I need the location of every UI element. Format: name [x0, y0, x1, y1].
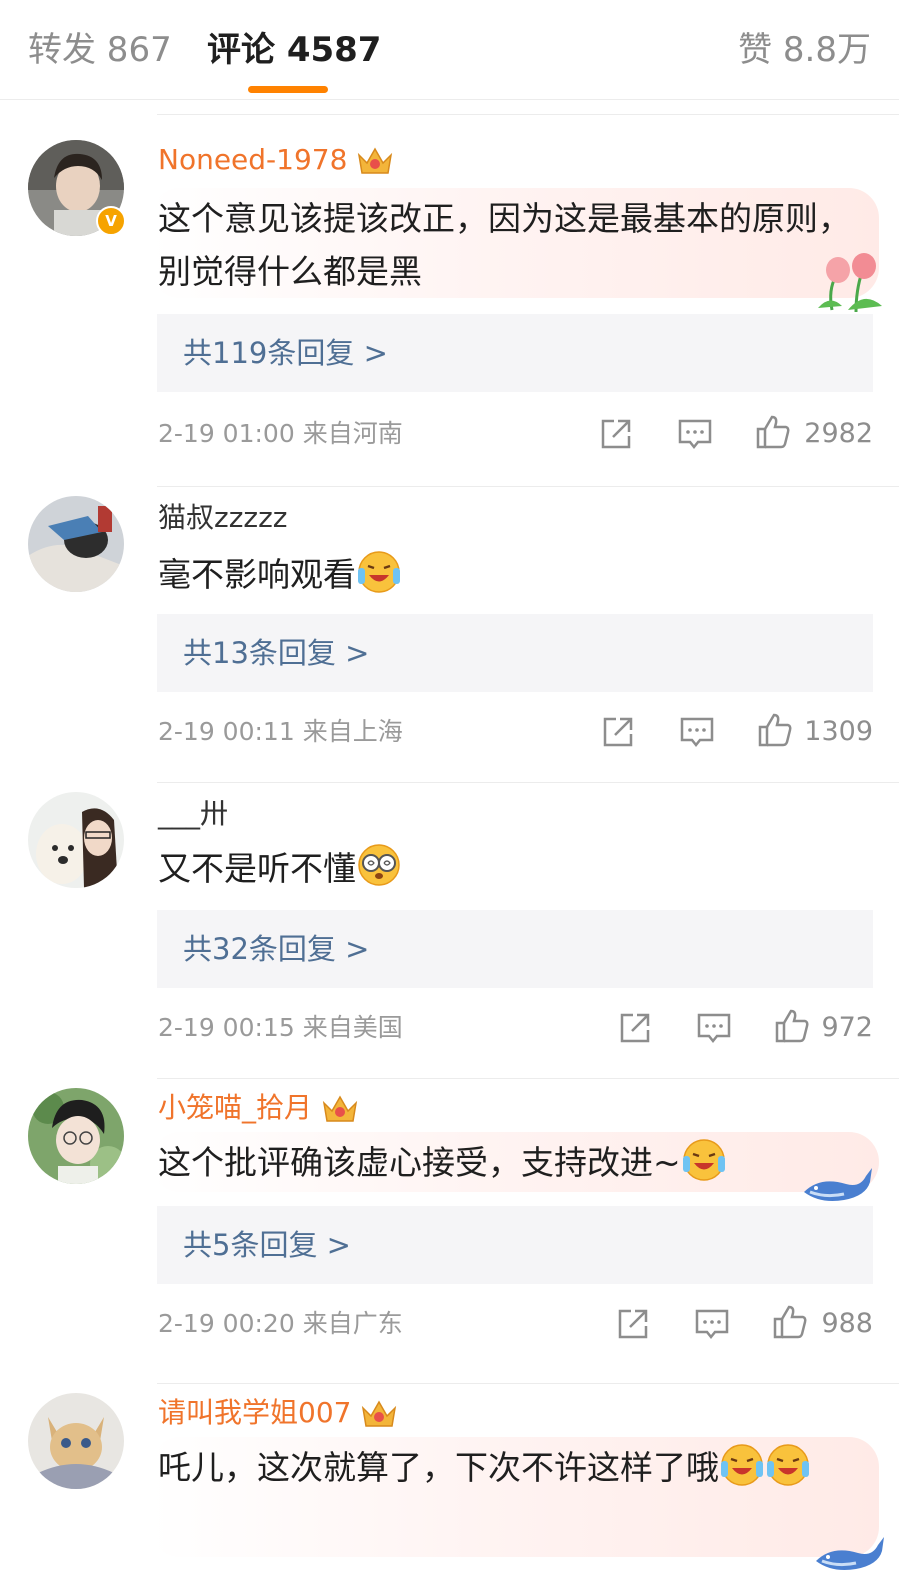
- comment-icon[interactable]: [679, 714, 715, 750]
- avatar[interactable]: [28, 1088, 124, 1184]
- comment-icon[interactable]: [696, 1010, 732, 1046]
- comment-text: 又不是听不懂: [158, 842, 868, 895]
- like-count: 2982: [804, 418, 873, 449]
- view-replies-button[interactable]: 共5条回复 >: [157, 1206, 873, 1284]
- whale-decoration-icon: [804, 1168, 872, 1201]
- thumbs-up-icon[interactable]: [774, 1008, 810, 1044]
- comment-username[interactable]: 请叫我学姐007: [158, 1395, 399, 1431]
- username-text: ___卅: [158, 797, 229, 830]
- comment-icon[interactable]: [677, 416, 713, 452]
- username-text: 小笼喵_拾月: [158, 1091, 313, 1124]
- like-count: 1309: [804, 716, 873, 747]
- thumbs-up-icon[interactable]: [757, 712, 793, 748]
- comment-location: 来自美国: [302, 1013, 403, 1042]
- comment-item: 猫叔zzzzz 毫不影响观看 共13条回复 > 2-19 00:11 来自上海 …: [0, 472, 899, 768]
- like-count: 972: [821, 1012, 873, 1043]
- comment-text-body: 毫不影响观看: [158, 555, 356, 594]
- comment-list: V Noneed-1978 这个意见该提该改正，因为这是最基本的原则，别觉得什么…: [0, 100, 899, 1585]
- tab-bar: 转发 867 评论 4587 赞 8.8万: [0, 0, 899, 100]
- comment-meta: 2-19 01:00 来自河南: [158, 418, 403, 450]
- avatar[interactable]: [28, 496, 124, 592]
- comment-meta: 2-19 00:11 来自上海: [158, 716, 403, 748]
- whale-decoration-icon: [816, 1537, 884, 1570]
- comment-text: 吒儿，这次就算了，下次不许这样了哦: [158, 1441, 868, 1494]
- laugh-cry-emoji-icon: [682, 1139, 725, 1181]
- crown-badge-icon: [322, 1095, 358, 1122]
- share-icon[interactable]: [600, 714, 636, 750]
- comment-location: 来自广东: [302, 1309, 403, 1338]
- laugh-cry-emoji-icon: [721, 1444, 763, 1486]
- username-text: 猫叔zzzzz: [158, 501, 288, 534]
- comment-username[interactable]: ___卅: [158, 796, 228, 832]
- username-text: Noneed-1978: [158, 143, 348, 176]
- view-replies-label: 共5条回复 >: [183, 1228, 351, 1262]
- active-tab-indicator: [248, 86, 328, 93]
- comment-text-body: 又不是听不懂: [158, 849, 356, 888]
- view-replies-button[interactable]: 共13条回复 >: [157, 614, 873, 692]
- comment-time: 2-19 00:11: [158, 717, 295, 746]
- laugh-cry-emoji-icon: [767, 1444, 809, 1486]
- view-replies-label: 共32条回复 >: [183, 932, 370, 966]
- username-text: 请叫我学姐007: [158, 1396, 352, 1429]
- tab-likes[interactable]: 赞 8.8万: [738, 28, 871, 72]
- tab-repost[interactable]: 转发 867: [28, 28, 172, 72]
- comment-text: 毫不影响观看: [158, 548, 868, 601]
- comment-location: 来自河南: [302, 419, 403, 448]
- comment-text-body: 这个批评确该虚心接受，支持改进~: [158, 1143, 681, 1182]
- tab-comments[interactable]: 评论 4587: [207, 28, 381, 72]
- view-replies-button[interactable]: 共119条回复 >: [157, 314, 873, 392]
- dizzy-glasses-emoji-icon: [358, 844, 400, 886]
- comment-time: 2-19 00:20: [158, 1309, 295, 1338]
- thumbs-up-icon[interactable]: [755, 414, 791, 450]
- crown-badge-icon: [358, 147, 393, 174]
- comment-icon[interactable]: [694, 1306, 730, 1342]
- comment-meta: 2-19 00:20 来自广东: [158, 1308, 403, 1340]
- comment-item: 请叫我学姐007 吒儿，这次就算了，下次不许这样了哦: [0, 1369, 899, 1585]
- like-count: 988: [821, 1308, 873, 1339]
- comment-username[interactable]: Noneed-1978: [158, 142, 395, 178]
- comment-text: 这个批评确该虚心接受，支持改进~: [158, 1136, 868, 1189]
- verified-v-icon: V: [96, 206, 126, 236]
- tulip-decoration-icon: [818, 253, 882, 313]
- comment-time: 2-19 00:15: [158, 1013, 295, 1042]
- comment-time: 2-19 01:00: [158, 419, 295, 448]
- comment-username[interactable]: 猫叔zzzzz: [158, 500, 288, 536]
- comment-item: 小笼喵_拾月 这个批评确该虚心接受，支持改进~ 共5条回复 > 2-19 00:…: [0, 1064, 899, 1369]
- comment-item: V Noneed-1978 这个意见该提该改正，因为这是最基本的原则，别觉得什么…: [0, 100, 899, 472]
- avatar[interactable]: [28, 1393, 124, 1489]
- view-replies-label: 共13条回复 >: [183, 636, 370, 670]
- comment-username[interactable]: 小笼喵_拾月: [158, 1090, 360, 1126]
- view-replies-label: 共119条回复 >: [183, 336, 388, 370]
- avatar[interactable]: [28, 792, 124, 888]
- comment-meta: 2-19 00:15 来自美国: [158, 1012, 403, 1044]
- crown-badge-icon: [362, 1400, 397, 1427]
- share-icon[interactable]: [598, 416, 634, 452]
- comment-item: ___卅 又不是听不懂 共32条回复 > 2-19 00:15 来自美国 972: [0, 768, 899, 1064]
- share-icon[interactable]: [615, 1306, 651, 1342]
- view-replies-button[interactable]: 共32条回复 >: [157, 910, 873, 988]
- share-icon[interactable]: [617, 1010, 653, 1046]
- laugh-cry-emoji-icon: [358, 551, 400, 593]
- comment-text-body: 吒儿，这次就算了，下次不许这样了哦: [158, 1448, 719, 1487]
- comment-text: 这个意见该提该改正，因为这是最基本的原则，别觉得什么都是黑: [158, 199, 851, 291]
- comment-location: 来自上海: [302, 717, 403, 746]
- thumbs-up-icon[interactable]: [772, 1304, 808, 1340]
